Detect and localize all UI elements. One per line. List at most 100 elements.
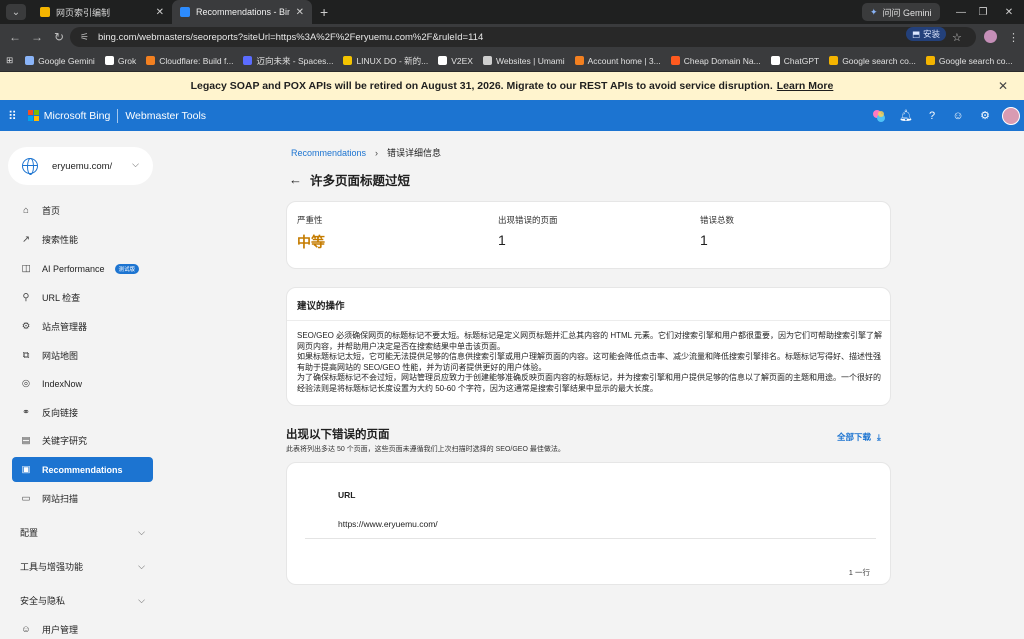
bookmark-label: LINUX DO - 新的... xyxy=(356,55,429,66)
sidebar-group-configure[interactable]: 配置 ⌵ xyxy=(20,522,145,542)
browser-toolbar: ← → ↻ ⚟ bing.com/webmasters/seoreports?s… xyxy=(0,24,1024,50)
sidebar-group-security[interactable]: 安全与隐私 ⌵ xyxy=(20,590,145,610)
bookmark-item[interactable]: Cheap Domain Na... xyxy=(670,55,761,66)
reload-icon[interactable]: ↻ xyxy=(48,26,70,48)
tab-search-chevron-icon[interactable]: ⌄ xyxy=(6,4,26,20)
bookmark-item[interactable]: Cloudflare: Build f... xyxy=(146,56,233,66)
window-close-icon[interactable]: ✕ xyxy=(994,0,1024,24)
settings-gear-icon[interactable]: ⚙ xyxy=(972,100,998,131)
sidebar-item-indexnow[interactable]: ◎ IndexNow xyxy=(12,371,153,396)
sidebar-item-backlinks[interactable]: ⚭ 反向链接 xyxy=(12,400,153,425)
bookmark-favicon-icon xyxy=(925,56,935,65)
brand-name[interactable]: Microsoft Bing xyxy=(44,110,111,122)
bookmark-item[interactable]: Google Gemini xyxy=(25,56,95,66)
bookmark-item[interactable]: Google search co... xyxy=(925,55,1013,66)
site-scan-icon: ▭ xyxy=(21,493,31,504)
bookmark-item[interactable]: Account home | 3... xyxy=(574,56,661,66)
sidebar-item-user-management[interactable]: ☺ 用户管理 xyxy=(12,617,153,639)
error-pages-table: URL https://www.eryuemu.com/ 1 一行 xyxy=(286,462,891,585)
bookmark-item[interactable]: Websites | Umami xyxy=(482,56,565,66)
tab-favicon-icon xyxy=(40,7,50,17)
bookmark-favicon-icon xyxy=(482,56,492,65)
bookmark-favicon-icon xyxy=(25,56,35,65)
sidebar-item-keyword-research[interactable]: ▤ 关键字研究 xyxy=(12,428,153,453)
sidebar-item-label: Recommendations xyxy=(42,464,123,475)
home-icon: ⌂ xyxy=(23,205,29,216)
address-bar[interactable]: ⚟ bing.com/webmasters/seoreports?siteUrl… xyxy=(70,27,976,47)
forward-icon[interactable]: → xyxy=(26,26,48,48)
url-inspect-icon: ⚲ xyxy=(22,292,30,303)
tab-close-icon[interactable]: ✕ xyxy=(296,7,304,18)
notification-bell-icon[interactable]: 🔔︎ xyxy=(893,100,919,131)
sidebar-item-label: IndexNow xyxy=(42,378,83,389)
ai-performance-icon: ◫ xyxy=(21,263,31,274)
affected-pages-value: 1 xyxy=(498,232,506,248)
bookmark-label: 迈向未来 - Spaces... xyxy=(256,55,334,66)
table-row[interactable]: https://www.eryuemu.com/ xyxy=(338,519,438,529)
tab-close-icon[interactable]: ✕ xyxy=(156,7,164,18)
chevron-down-icon: ⌵ xyxy=(138,526,145,537)
copilot-icon[interactable] xyxy=(866,100,892,131)
install-icon: ⬒ xyxy=(912,28,921,39)
bookmark-favicon-icon xyxy=(670,56,680,65)
tab-title: 网页索引编制 xyxy=(56,7,111,18)
page-title: 许多页面标题过短 xyxy=(310,174,411,188)
product-name[interactable]: Webmaster Tools xyxy=(125,110,206,122)
sidebar-item-home[interactable]: ⌂ 首页 xyxy=(12,198,153,223)
help-icon[interactable]: ? xyxy=(919,100,945,131)
back-arrow-icon[interactable]: ← xyxy=(289,172,302,187)
sidebar-item-label: URL 检查 xyxy=(42,293,81,303)
column-header-url[interactable]: URL xyxy=(338,490,355,500)
learn-more-link[interactable]: Learn More xyxy=(777,80,834,92)
gemini-button[interactable]: ✦ 问问 Gemini xyxy=(862,3,940,21)
browser-menu-icon[interactable]: ⋮ xyxy=(1008,31,1019,44)
sidebar-item-search-performance[interactable]: ↗ 搜索性能 xyxy=(12,227,153,252)
sidebar-item-label: 用户管理 xyxy=(42,625,79,635)
browser-tab[interactable]: 网页索引编制 ✕ xyxy=(32,0,172,24)
sidebar-item-site-scan[interactable]: ▭ 网站扫描 xyxy=(12,486,153,511)
sidebar-item-site-manager[interactable]: ⚙ 站点管理器 xyxy=(12,314,153,339)
gemini-icon: ✦ xyxy=(870,6,878,17)
feedback-smiley-icon[interactable]: ☺ xyxy=(945,100,971,131)
sidebar-item-url-inspection[interactable]: ⚲ URL 检查 xyxy=(12,285,153,310)
action-paragraph: 为了确保标题标记不会过短，网站管理员应致力于创建能够准确反映页面内容的标题标记，… xyxy=(297,373,881,393)
bookmark-item[interactable]: LINUX DO - 新的... xyxy=(343,55,428,67)
download-all-button[interactable]: 全部下载 ⤓ xyxy=(837,431,881,443)
bookmark-label: Cheap Domain Na... xyxy=(683,55,761,66)
divider xyxy=(305,538,876,539)
profile-avatar[interactable] xyxy=(984,30,997,43)
sidebar-item-recommendations[interactable]: ▣ Recommendations xyxy=(12,457,153,482)
bookmark-favicon-icon xyxy=(438,56,448,65)
bookmark-star-icon[interactable]: ☆ xyxy=(952,31,962,44)
banner-close-icon[interactable]: ✕ xyxy=(998,79,1008,93)
sidebar-item-sitemaps[interactable]: ⧉ 网站地图 xyxy=(12,343,153,368)
bookmark-item[interactable]: Google search co... xyxy=(829,56,916,66)
url-text: bing.com/webmasters/seoreports?siteUrl=h… xyxy=(97,31,484,43)
sidebar-group-tools[interactable]: 工具与增强功能 ⌵ xyxy=(20,556,145,576)
sidebar-item-label: 站点管理器 xyxy=(42,322,88,332)
sidebar-item-label: 网站扫描 xyxy=(42,494,79,504)
user-avatar[interactable] xyxy=(998,100,1024,131)
bookmark-item[interactable]: Grok xyxy=(104,56,136,66)
bookmark-item[interactable]: V2EX xyxy=(438,56,473,66)
bookmark-item[interactable]: 迈向未来 - Spaces... xyxy=(243,55,333,67)
site-name: eryuemu.com/ xyxy=(52,160,113,172)
indexnow-icon: ◎ xyxy=(21,378,31,389)
bookmark-item[interactable]: ChatGPT xyxy=(770,56,819,66)
browser-tab-active[interactable]: Recommendations - Bing W... ✕ xyxy=(172,0,312,24)
new-tab-icon[interactable]: + xyxy=(320,4,328,20)
install-app-button[interactable]: ⬒ 安装 xyxy=(906,27,947,41)
bookmark-label: Google search co... xyxy=(938,55,1013,66)
chevron-right-icon: › xyxy=(375,147,379,158)
site-selector[interactable]: eryuemu.com/ ⌵ xyxy=(8,147,153,185)
action-heading: 建议的操作 xyxy=(297,301,345,312)
breadcrumb-parent-link[interactable]: Recommendations xyxy=(291,148,366,158)
gemini-label: 问问 Gemini xyxy=(882,7,932,18)
back-icon[interactable]: ← xyxy=(4,26,26,48)
app-launcher-icon[interactable]: ⠿ xyxy=(8,109,17,123)
sidebar-group-label: 配置 xyxy=(20,527,39,538)
apps-grid-icon[interactable]: ⊞ xyxy=(6,55,13,66)
sidebar-item-ai-performance[interactable]: ◫ AI Performance 测试版 xyxy=(12,256,153,281)
page-title-row: ← 许多页面标题过短 xyxy=(289,170,410,189)
site-info-icon[interactable]: ⚟ xyxy=(80,32,89,43)
